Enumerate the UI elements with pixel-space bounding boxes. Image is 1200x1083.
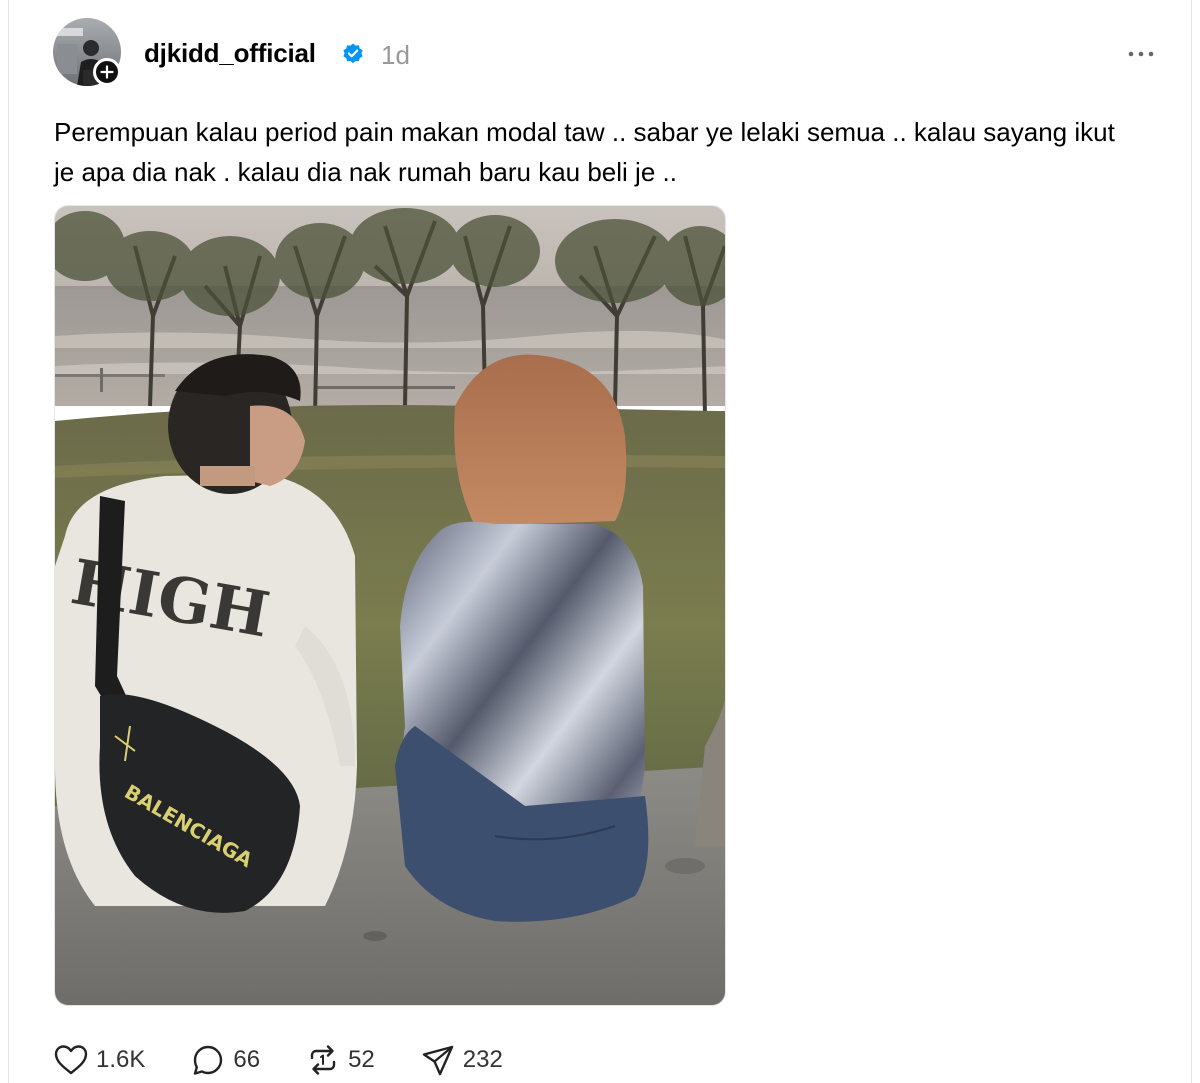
action-bar: 1.6K 66 52 232 <box>54 1040 549 1080</box>
post-time[interactable]: 1d <box>381 38 410 72</box>
share-count: 232 <box>462 1046 503 1073</box>
comment-button[interactable]: 66 <box>191 1040 260 1080</box>
username[interactable]: djkidd_official <box>144 36 316 70</box>
like-button[interactable]: 1.6K <box>54 1040 145 1080</box>
ellipsis-icon <box>1128 51 1154 57</box>
verified-badge-icon <box>343 43 363 64</box>
couple-photo: HIGH BALENCIAGA <box>55 206 725 1005</box>
more-options-button[interactable] <box>1121 40 1161 68</box>
repost-button[interactable]: 52 <box>306 1040 375 1080</box>
comment-bubble-icon <box>194 1045 223 1075</box>
plus-icon <box>100 65 114 79</box>
post-text: Perempuan kalau period pain makan modal … <box>54 117 1115 187</box>
repost-count: 52 <box>348 1046 375 1073</box>
share-button[interactable]: 232 <box>421 1040 503 1080</box>
post-card: djkidd_official 1d Perempuan kalau perio… <box>8 0 1192 1083</box>
send-icon <box>422 1045 453 1076</box>
like-count: 1.6K <box>96 1046 146 1073</box>
heart-icon <box>54 1045 88 1075</box>
avatar-container[interactable] <box>53 18 121 86</box>
post-image[interactable]: HIGH BALENCIAGA <box>54 205 726 1006</box>
repost-icon <box>310 1045 336 1075</box>
follow-button[interactable] <box>93 58 121 86</box>
comment-count: 66 <box>233 1046 261 1073</box>
